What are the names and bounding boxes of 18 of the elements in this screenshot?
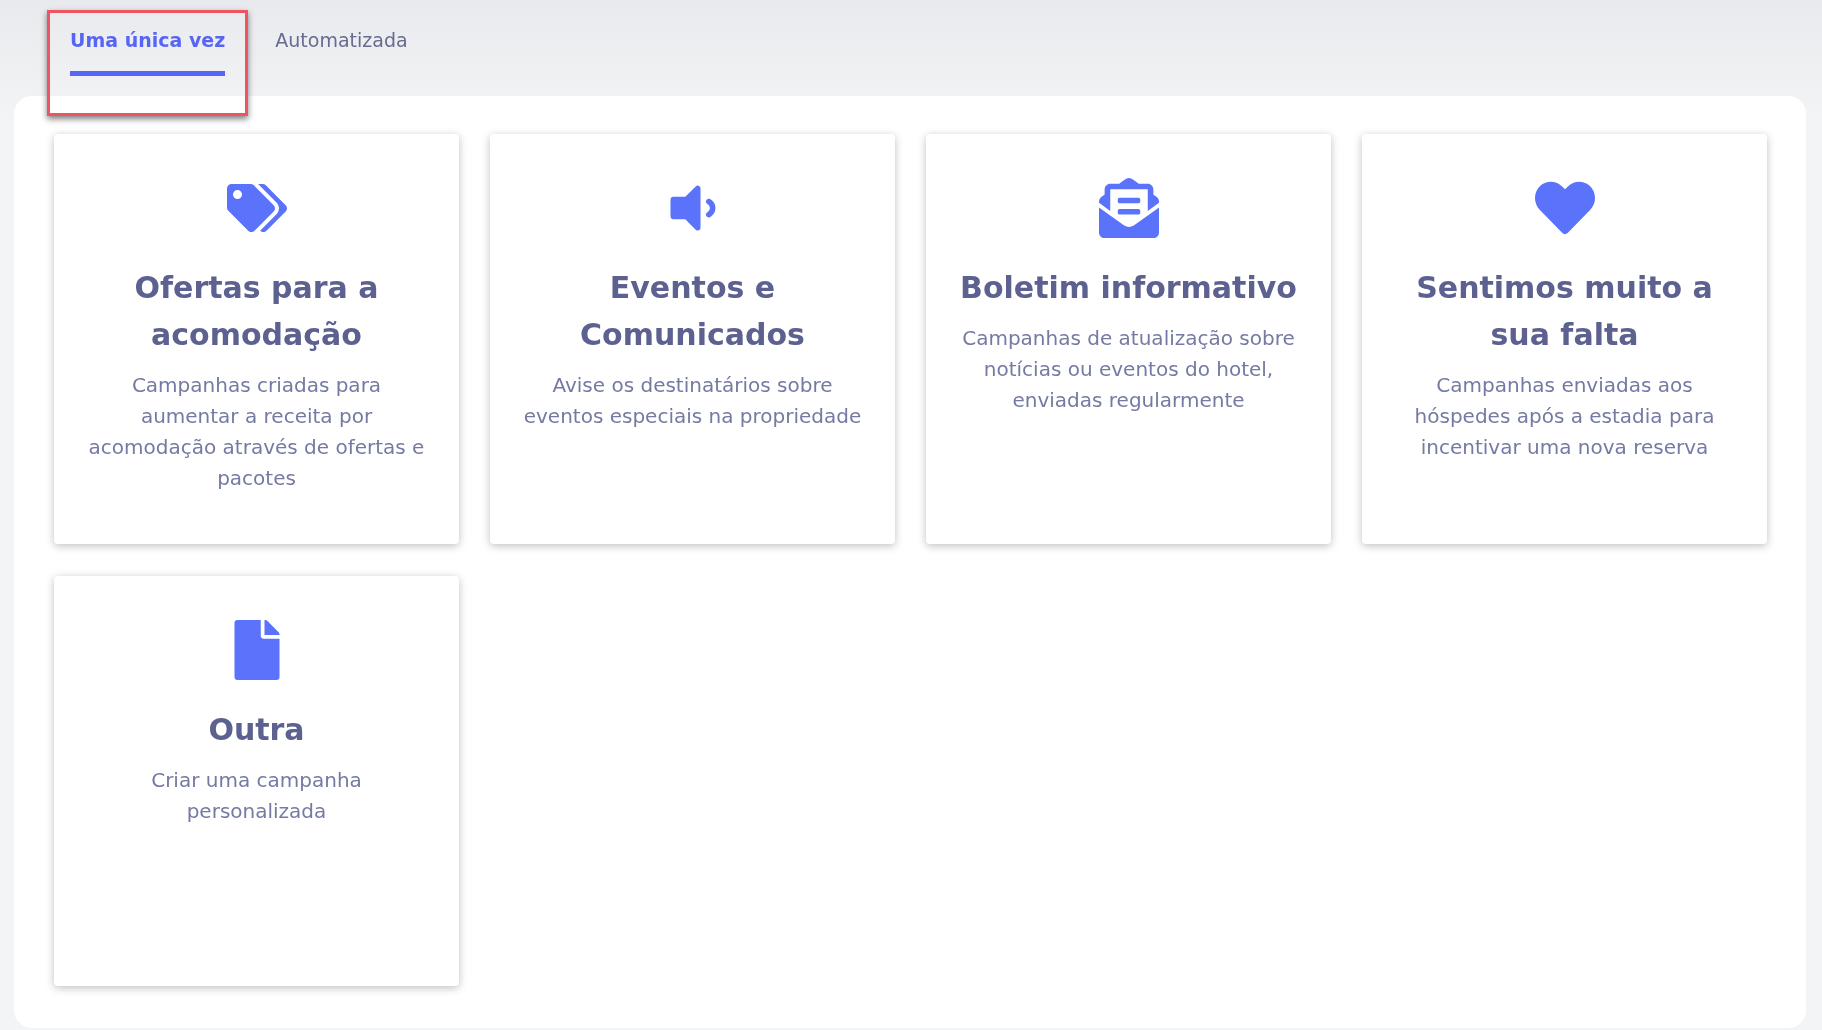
card-description: Campanhas de atualização sobre notícias ou eventos do hotel, enviadas regularmente xyxy=(961,325,1296,414)
card-title: Boletim informativo xyxy=(960,269,1297,307)
campaign-card[interactable]: Eventos e Comunicados Avise os destinatários sobre eventos especiais na propriedade xyxy=(490,134,895,544)
tab[interactable]: Uma única vez xyxy=(70,29,226,76)
tab[interactable]: Automatizada xyxy=(275,29,408,76)
card-description: Campanhas criadas para aumentar a receita por acomodação através de ofertas e pacotes xyxy=(87,372,426,492)
campaign-card[interactable]: Boletim informativo Campanhas de atualização sobre notícias ou eventos do hotel, enviadas regularmente xyxy=(926,134,1331,544)
card-description: Criar uma campanha personalizada xyxy=(150,767,363,825)
card-title: Ofertas para a acomodação xyxy=(133,269,380,354)
campaign-card[interactable]: Outra Criar uma campanha personalizada xyxy=(54,576,459,986)
envelope-icon xyxy=(1098,178,1159,240)
card-description: Avise os destinatários sobre eventos especiais na propriedade xyxy=(522,372,863,430)
campaign-card[interactable]: Ofertas para a acomodação Campanhas criadas para aumentar a receita por acomodação através de ofertas e pacotes xyxy=(54,134,459,544)
card-title: Outra xyxy=(208,711,305,749)
card-title: Sentimos muito a sua falta xyxy=(1415,269,1714,354)
card-description: Campanhas enviadas aos hóspedes após a estadia para incentivar uma nova reserva xyxy=(1413,372,1716,461)
campaign-card[interactable]: Sentimos muito a sua falta Campanhas enviadas aos hóspedes após a estadia para incentivar uma nova reserva xyxy=(1362,134,1767,544)
card-title: Eventos e Comunicados xyxy=(579,269,806,354)
